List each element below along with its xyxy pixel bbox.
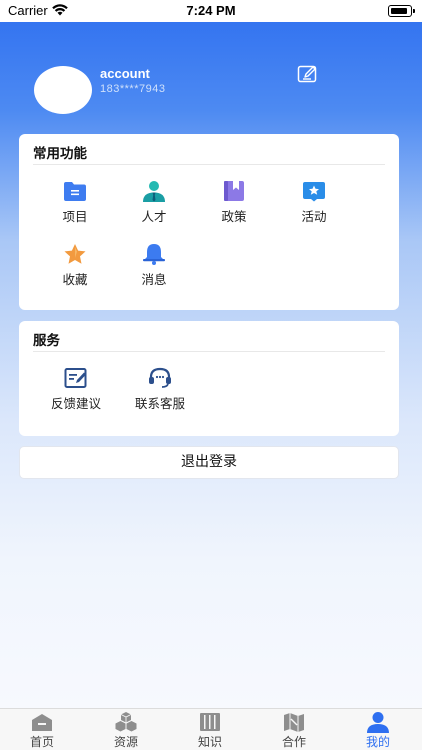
function-label: 人才 — [141, 209, 167, 224]
divider — [33, 164, 385, 165]
tab-resources[interactable]: 资源 — [84, 709, 168, 750]
function-talent[interactable]: 人才 — [124, 180, 184, 226]
map-icon — [284, 713, 304, 732]
function-activities[interactable]: 活动 — [284, 180, 344, 226]
feedback-icon — [64, 368, 87, 388]
function-label: 政策 — [221, 209, 247, 224]
bell-icon — [143, 244, 165, 265]
service-feedback[interactable]: 反馈建议 — [46, 367, 106, 413]
boxes-icon — [115, 712, 137, 732]
services-card: 服务 反馈建议 联系客服 — [19, 321, 399, 436]
tab-label: 资源 — [113, 735, 138, 749]
common-functions-title: 常用功能 — [33, 146, 87, 162]
home-icon — [32, 714, 52, 731]
edit-profile-icon[interactable] — [297, 64, 319, 84]
common-functions-card: 常用功能 项目 人才 政策 活动 收藏 消息 — [19, 134, 399, 310]
book-icon — [224, 181, 244, 201]
username: account — [100, 66, 150, 81]
tab-label: 合作 — [281, 735, 306, 749]
tab-home[interactable]: 首页 — [0, 709, 84, 750]
function-label: 项目 — [62, 209, 88, 224]
service-customer-support[interactable]: 联系客服 — [130, 367, 190, 413]
star-badge-icon — [303, 182, 325, 202]
tab-label: 我的 — [365, 735, 390, 749]
function-label: 收藏 — [62, 272, 88, 287]
divider — [33, 351, 385, 352]
services-title: 服务 — [33, 333, 60, 349]
tab-mine[interactable]: 我的 — [336, 709, 420, 750]
function-favorites[interactable]: 收藏 — [45, 243, 105, 289]
function-label: 消息 — [141, 272, 167, 287]
tab-bar: 首页 资源 知识 合作 我的 — [0, 708, 422, 750]
folder-icon — [64, 182, 86, 201]
battery-icon — [388, 5, 415, 17]
tab-label: 首页 — [29, 735, 54, 749]
function-policy[interactable]: 政策 — [204, 180, 264, 226]
person-icon — [143, 181, 165, 202]
star-icon — [64, 244, 86, 264]
service-label: 联系客服 — [134, 396, 185, 411]
tab-label: 知识 — [197, 735, 222, 749]
tab-knowledge[interactable]: 知识 — [168, 709, 252, 750]
function-label: 活动 — [301, 209, 327, 224]
tab-cooperation[interactable]: 合作 — [252, 709, 336, 750]
function-projects[interactable]: 项目 — [45, 180, 105, 226]
headset-icon — [149, 367, 171, 388]
service-label: 反馈建议 — [50, 396, 101, 411]
phone-number: 183****7943 — [100, 83, 166, 95]
status-time: 7:24 PM — [186, 3, 236, 18]
status-bar: Carrier 7:24 PM — [0, 0, 422, 22]
avatar[interactable] — [34, 66, 92, 114]
books-icon — [200, 713, 220, 731]
logout-button[interactable]: 退出登录 — [19, 446, 399, 479]
function-messages[interactable]: 消息 — [124, 243, 184, 289]
user-icon — [367, 712, 389, 733]
